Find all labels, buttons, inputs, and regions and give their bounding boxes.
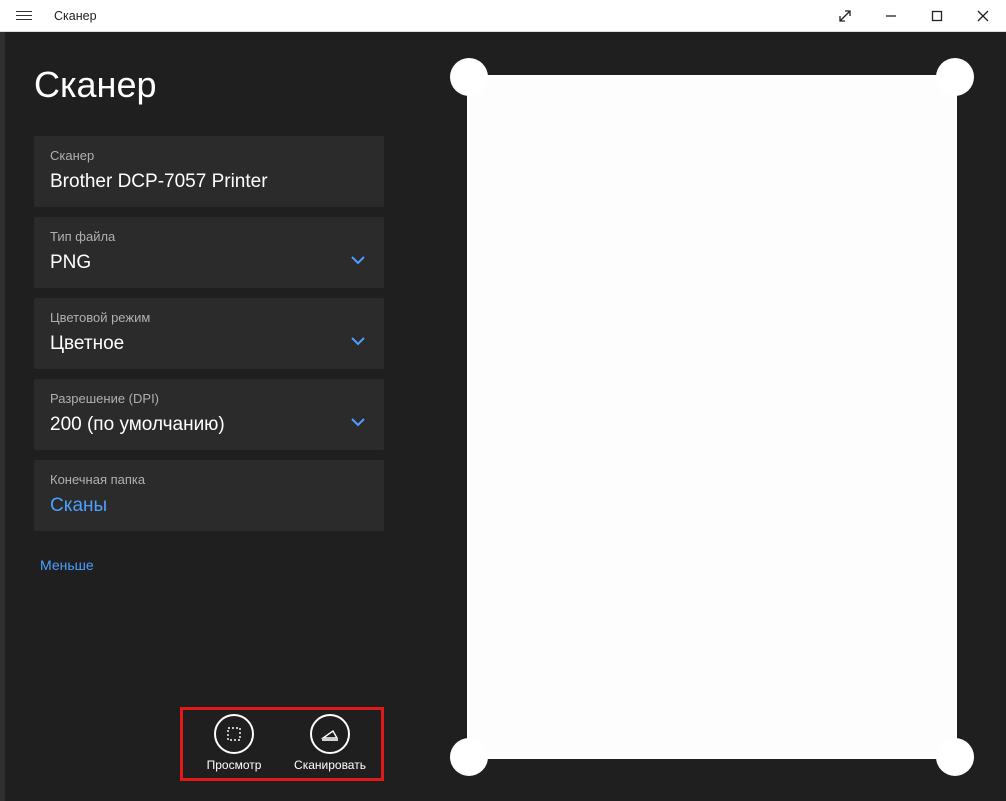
close-button[interactable] — [960, 0, 1006, 32]
crop-handle-bottom-right[interactable] — [936, 738, 974, 776]
content: Сканер Сканер Brother DCP-7057 Printer Т… — [0, 32, 1006, 801]
expand-icon — [838, 9, 852, 23]
dpi-select[interactable]: Разрешение (DPI) 200 (по умолчанию) — [34, 379, 384, 450]
minimize-button[interactable] — [868, 0, 914, 32]
scanner-select[interactable]: Сканер Brother DCP-7057 Printer — [34, 136, 384, 207]
colormode-select[interactable]: Цветовой режим Цветное — [34, 298, 384, 369]
preview-page[interactable] — [467, 75, 957, 759]
less-link[interactable]: Меньше — [40, 557, 94, 573]
crop-handle-top-left[interactable] — [450, 58, 488, 96]
preview-area — [418, 32, 1006, 801]
crop-handle-top-right[interactable] — [936, 58, 974, 96]
page-title: Сканер — [34, 64, 384, 106]
titlebar: Сканер — [0, 0, 1006, 32]
chevron-down-icon — [350, 333, 366, 351]
settings-panel: Сканер Сканер Brother DCP-7057 Printer Т… — [0, 32, 418, 801]
side-handle[interactable] — [0, 32, 5, 801]
hamburger-icon — [16, 8, 32, 23]
titlebar-left: Сканер — [0, 0, 97, 32]
close-icon — [977, 10, 989, 22]
dest-folder-label: Конечная папка — [50, 472, 368, 487]
chevron-down-icon — [350, 252, 366, 270]
scanner-label: Сканер — [50, 148, 368, 163]
scanner-value: Brother DCP-7057 Printer — [50, 171, 368, 193]
chevron-down-icon — [350, 414, 366, 432]
window-controls — [822, 0, 1006, 32]
scan-button[interactable]: Сканировать — [285, 714, 375, 772]
dest-folder-value: Сканы — [50, 495, 368, 517]
fullscreen-button[interactable] — [822, 0, 868, 32]
filetype-label: Тип файла — [50, 229, 368, 244]
dest-folder-select[interactable]: Конечная папка Сканы — [34, 460, 384, 531]
menu-button[interactable] — [0, 0, 48, 32]
scan-label: Сканировать — [294, 758, 366, 772]
action-bar: Просмотр Сканировать — [180, 707, 384, 781]
dpi-label: Разрешение (DPI) — [50, 391, 368, 406]
minimize-icon — [885, 10, 897, 22]
preview-button[interactable]: Просмотр — [189, 714, 279, 772]
maximize-button[interactable] — [914, 0, 960, 32]
colormode-label: Цветовой режим — [50, 310, 368, 325]
colormode-value: Цветное — [50, 333, 368, 355]
dpi-value: 200 (по умолчанию) — [50, 414, 368, 436]
scan-icon — [310, 714, 350, 754]
filetype-select[interactable]: Тип файла PNG — [34, 217, 384, 288]
preview-label: Просмотр — [207, 758, 262, 772]
app-title: Сканер — [54, 9, 97, 23]
filetype-value: PNG — [50, 252, 368, 274]
preview-icon — [214, 714, 254, 754]
crop-handle-bottom-left[interactable] — [450, 738, 488, 776]
maximize-icon — [931, 10, 943, 22]
